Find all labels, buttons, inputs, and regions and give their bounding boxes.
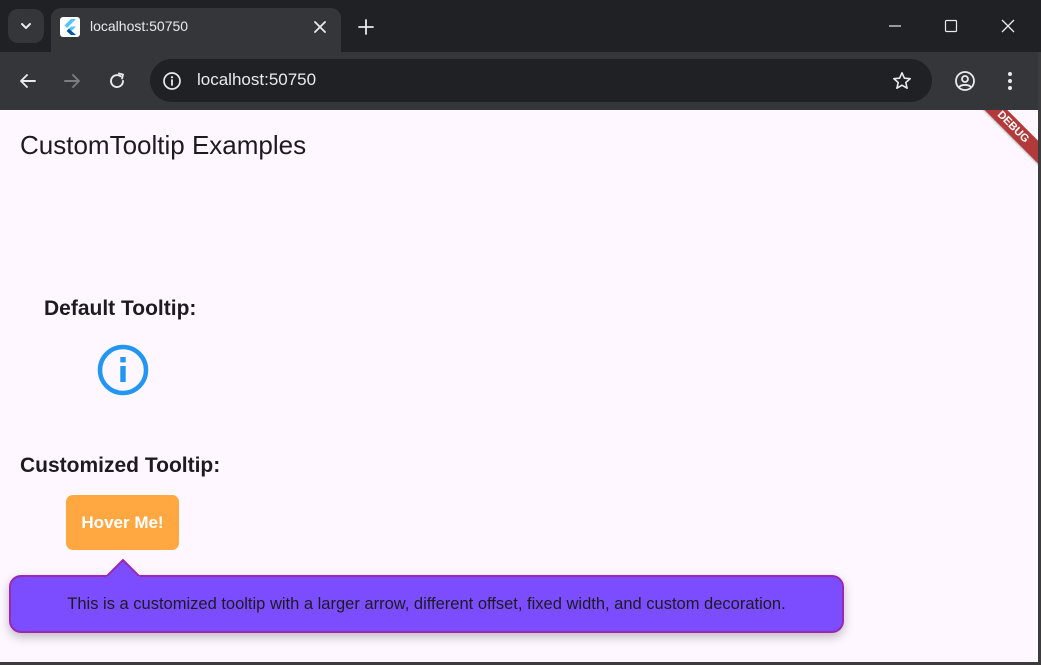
hover-me-button[interactable]: Hover Me! — [66, 495, 179, 550]
maximize-button[interactable] — [933, 8, 969, 44]
app-viewport: CustomTooltip Examples DEBUG Default Too… — [0, 110, 1038, 662]
profile-icon — [955, 71, 975, 91]
customized-tooltip-label: Customized Tooltip: — [20, 454, 221, 477]
url-text[interactable]: localhost:50750 — [197, 70, 316, 90]
browser-menu-button[interactable] — [994, 65, 1026, 97]
app-bar-title: CustomTooltip Examples — [20, 130, 307, 160]
menu-icon — [1008, 72, 1012, 90]
reload-button[interactable] — [101, 65, 133, 97]
reload-icon — [110, 72, 124, 88]
back-icon — [20, 74, 36, 88]
minimize-icon — [889, 25, 901, 27]
close-window-button[interactable] — [990, 8, 1026, 44]
new-tab-button[interactable] — [352, 13, 380, 41]
minimize-button[interactable] — [877, 8, 913, 44]
back-button[interactable] — [12, 65, 44, 97]
forward-button[interactable] — [56, 65, 88, 97]
browser-toolbar: localhost:50750 — [0, 52, 1041, 110]
info-icon[interactable] — [96, 343, 150, 397]
star-icon — [893, 72, 911, 89]
custom-tooltip: This is a customized tooltip with a larg… — [9, 575, 844, 633]
tab-title: localhost:50750 — [90, 18, 189, 34]
bookmark-button[interactable] — [890, 69, 914, 93]
tooltip-arrow — [105, 559, 141, 578]
address-bar[interactable]: localhost:50750 — [150, 59, 932, 102]
browser-tab[interactable]: localhost:50750 — [51, 8, 341, 52]
close-icon — [314, 21, 326, 33]
flutter-favicon-icon — [60, 17, 80, 37]
tab-search-button[interactable] — [8, 9, 44, 43]
chevron-down-icon — [21, 23, 31, 29]
tab-close-button[interactable] — [310, 17, 330, 37]
default-tooltip-label: Default Tooltip: — [44, 297, 197, 320]
debug-banner: DEBUG — [968, 110, 1038, 172]
maximize-icon — [944, 19, 958, 33]
site-info-icon — [163, 72, 181, 90]
close-window-icon — [1001, 19, 1015, 33]
forward-icon — [64, 74, 80, 88]
browser-titlebar: localhost:50750 — [0, 0, 1041, 52]
plus-icon — [358, 19, 374, 35]
site-info-button[interactable] — [160, 69, 184, 93]
profile-button[interactable] — [949, 65, 981, 97]
